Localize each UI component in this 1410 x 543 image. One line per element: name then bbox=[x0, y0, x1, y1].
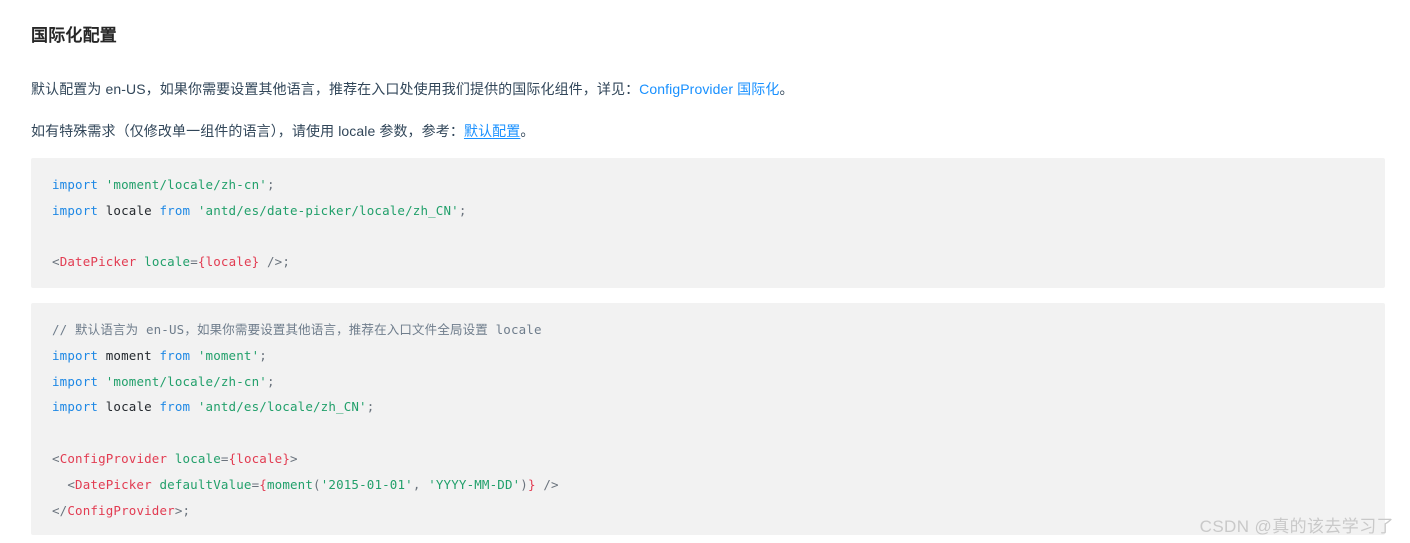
code-token-kw: import bbox=[52, 347, 99, 363]
code-line: </ConfigProvider>; bbox=[31, 498, 1385, 524]
code-token-punct: ; bbox=[259, 347, 267, 363]
code-line: <DatePicker locale={locale} />; bbox=[31, 249, 1385, 275]
default-config-link[interactable]: 默认配置 bbox=[464, 123, 520, 139]
code-token-brace: { bbox=[259, 476, 267, 492]
code-token-tag: DatePicker bbox=[59, 254, 137, 270]
code-token-punct: < bbox=[52, 476, 76, 492]
code-token-punct: ; bbox=[266, 177, 275, 192]
code-token-str: 'antd/es/date-picker/locale/zh_CN' bbox=[197, 202, 459, 218]
code-token-plain: locale bbox=[98, 399, 160, 415]
code-line: import 'moment/locale/zh-cn'; bbox=[31, 172, 1385, 198]
code-block-datepicker-locale[interactable]: import 'moment/locale/zh-cn'; import loca… bbox=[31, 158, 1385, 288]
code-token-tag: DatePicker bbox=[75, 476, 152, 492]
paragraph-1-prefix: 默认配置为 en-US，如果你需要设置其他语言，推荐在入口处使用我们提供的国际化… bbox=[31, 81, 640, 97]
code-line: // 默认语言为 en-US，如果你需要设置其他语言，推荐在入口文件全局设置 l… bbox=[31, 317, 1385, 343]
code-token-kw: from bbox=[159, 202, 191, 218]
code-token-punct: < bbox=[52, 450, 60, 466]
code-token-punct: ; bbox=[182, 502, 191, 518]
code-token-punct: ( bbox=[313, 476, 321, 492]
code-token-str: 'moment' bbox=[197, 347, 260, 363]
code-token-str: 'moment/locale/zh-cn' bbox=[105, 373, 267, 389]
paragraph-2-prefix: 如有特殊需求（仅修改单一组件的语言），请使用 locale 参数，参考： bbox=[31, 123, 464, 139]
code-token-punct: = bbox=[190, 254, 198, 270]
code-line: import locale from 'antd/es/locale/zh_CN… bbox=[31, 394, 1385, 420]
code-token-str: 'YYYY-MM-DD' bbox=[428, 476, 521, 492]
code-line bbox=[31, 224, 1385, 250]
code-token-tag: ConfigProvider bbox=[67, 502, 175, 518]
code-token-punct: </ bbox=[52, 502, 68, 518]
code-block-configprovider-locale[interactable]: // 默认语言为 en-US，如果你需要设置其他语言，推荐在入口文件全局设置 l… bbox=[31, 303, 1385, 535]
code-token-punct: /> bbox=[259, 254, 283, 270]
code-token-punct: /> bbox=[535, 476, 559, 492]
code-line: <ConfigProvider locale={locale}> bbox=[31, 446, 1385, 472]
csdn-watermark: CSDN @真的该去学习了 bbox=[1199, 517, 1394, 536]
configprovider-i18n-link[interactable]: ConfigProvider 国际化 bbox=[639, 81, 779, 97]
code-token-kw: from bbox=[159, 347, 191, 363]
code-line: import 'moment/locale/zh-cn'; bbox=[31, 369, 1385, 395]
code-token-punct: = bbox=[220, 450, 229, 466]
code-token-kw: import bbox=[52, 177, 99, 192]
document-page: 国际化配置 默认配置为 en-US，如果你需要设置其他语言，推荐在入口处使用我们… bbox=[0, 0, 1410, 543]
code-line: import locale from 'antd/es/date-picker/… bbox=[31, 198, 1385, 224]
code-token-brace: } bbox=[527, 476, 536, 492]
code-token-punct: > bbox=[174, 502, 183, 518]
paragraph-1-suffix: 。 bbox=[779, 81, 794, 97]
intro-paragraph-2: 如有特殊需求（仅修改单一组件的语言），请使用 locale 参数，参考：默认配置… bbox=[31, 120, 534, 142]
code-token-fn: moment bbox=[266, 476, 314, 492]
code-token-plain: locale bbox=[98, 202, 160, 218]
code-token-comment: // 默认语言为 en-US，如果你需要设置其他语言，推荐在入口文件全局设置 l… bbox=[52, 322, 542, 337]
code-token-punct: ; bbox=[458, 202, 467, 218]
code-token-punct: ; bbox=[366, 399, 375, 415]
code-token-str: 'moment/locale/zh-cn' bbox=[105, 177, 267, 192]
code-token-brace: {locale} bbox=[228, 450, 290, 466]
code-token-punct: ) bbox=[520, 476, 528, 492]
code-token-str: '2015-01-01' bbox=[320, 476, 413, 492]
code-token-kw: import bbox=[52, 399, 99, 415]
code-token-punct: ; bbox=[266, 373, 275, 389]
intro-paragraph-1: 默认配置为 en-US，如果你需要设置其他语言，推荐在入口处使用我们提供的国际化… bbox=[31, 78, 794, 100]
paragraph-2-suffix: 。 bbox=[520, 123, 535, 139]
code-token-punct: > bbox=[290, 450, 298, 466]
code-token-kw: import bbox=[52, 202, 99, 218]
page-title: 国际化配置 bbox=[31, 26, 117, 46]
code-line bbox=[31, 420, 1385, 446]
code-token-attr: locale bbox=[144, 254, 191, 270]
code-token-tag: ConfigProvider bbox=[59, 450, 168, 466]
code-token-str: 'antd/es/locale/zh_CN' bbox=[197, 399, 367, 415]
code-token-brace: {locale} bbox=[197, 254, 260, 270]
code-line: import moment from 'moment'; bbox=[31, 343, 1385, 369]
code-token-attr: defaultValue bbox=[159, 476, 252, 492]
code-token-kw: from bbox=[159, 399, 191, 415]
code-token-punct: < bbox=[52, 254, 60, 270]
code-token-punct: ; bbox=[282, 254, 291, 270]
code-token-plain: moment bbox=[98, 347, 160, 363]
code-token-attr: locale bbox=[174, 450, 221, 466]
code-token-kw: import bbox=[52, 373, 99, 389]
code-token-punct: , bbox=[412, 476, 429, 492]
code-line: <DatePicker defaultValue={moment('2015-0… bbox=[31, 472, 1385, 498]
